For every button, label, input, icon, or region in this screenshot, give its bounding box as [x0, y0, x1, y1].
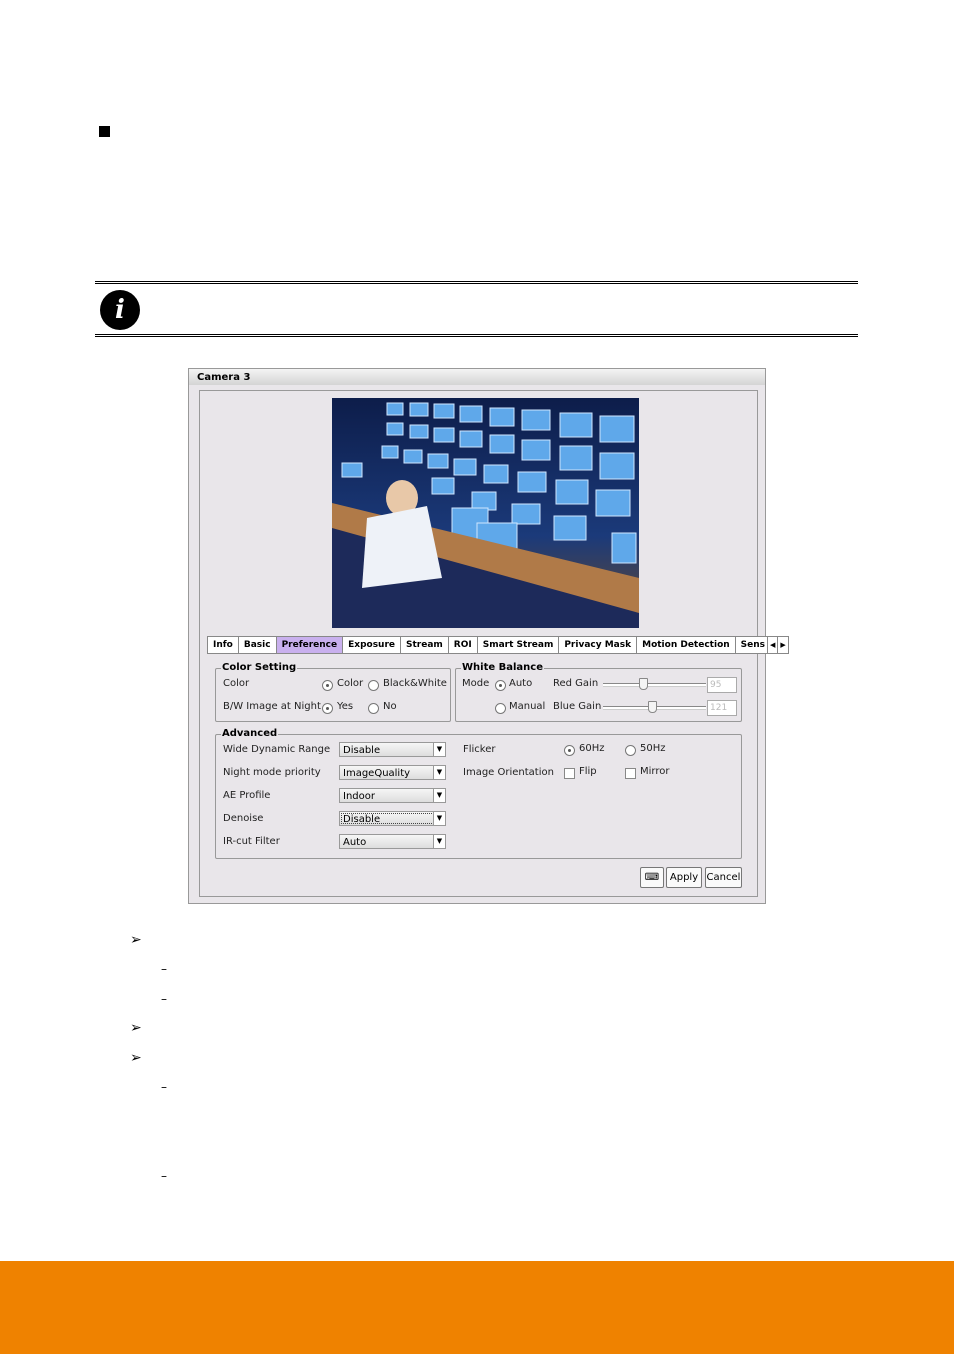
mirror-checkbox[interactable] [625, 768, 636, 779]
dash-bullet-icon: – [161, 962, 167, 976]
tab-stream[interactable]: Stream [401, 637, 449, 653]
dash-bullet-icon: – [161, 1169, 167, 1183]
color-label: Color [223, 678, 250, 689]
ir-cut-select[interactable]: Auto ▼ [339, 834, 446, 849]
tab-bar: Info Basic Preference Exposure Stream RO… [207, 636, 789, 654]
tab-motion-detection[interactable]: Motion Detection [637, 637, 736, 653]
mode-auto-radio[interactable] [495, 680, 506, 691]
ir-cut-label: IR-cut Filter [223, 836, 280, 847]
night-mode-select[interactable]: ImageQuality ▼ [339, 765, 446, 780]
tab-sensor[interactable]: Sens [736, 637, 767, 653]
tab-info[interactable]: Info [208, 637, 239, 653]
camera-settings-dialog: Camera 3 Info Basic Preference Exposure … [188, 368, 789, 904]
chevron-down-icon: ▼ [433, 812, 445, 825]
tab-exposure[interactable]: Exposure [343, 637, 402, 653]
arrow-bullet-icon: ➢ [130, 1050, 142, 1066]
flicker-50hz-radio[interactable] [625, 745, 636, 756]
dialog-title: Camera 3 [189, 369, 765, 385]
note-bottom-rule [95, 334, 858, 337]
wdr-label: Wide Dynamic Range [223, 744, 331, 755]
dash-bullet-icon: – [161, 992, 167, 1006]
blue-gain-value[interactable]: 121 [707, 700, 737, 716]
mode-manual-radio[interactable] [495, 703, 506, 714]
flicker-label: Flicker [463, 744, 496, 755]
red-gain-slider-thumb[interactable] [639, 678, 648, 690]
chevron-down-icon: ▼ [433, 743, 445, 756]
ae-profile-value: Indoor [343, 791, 375, 802]
tab-privacy-mask[interactable]: Privacy Mask [559, 637, 638, 653]
orientation-label: Image Orientation [463, 767, 554, 778]
arrow-bullet-icon: ➢ [130, 1020, 142, 1036]
flicker-50hz-label: 50Hz [640, 743, 666, 754]
flicker-60hz-label: 60Hz [579, 743, 605, 754]
denoise-value: Disable [343, 814, 381, 825]
color-setting-label: Color Setting [221, 662, 298, 673]
denoise-select[interactable]: Disable ▼ [339, 811, 446, 826]
chevron-down-icon: ▼ [433, 789, 445, 802]
red-gain-label: Red Gain [553, 678, 599, 689]
wdr-select[interactable]: Disable ▼ [339, 742, 446, 757]
black-white-option-label: Black&White [383, 678, 447, 689]
tab-scroll-left-icon[interactable]: ◀ [767, 637, 779, 653]
chevron-down-icon: ▼ [433, 835, 445, 848]
blue-gain-slider-thumb[interactable] [648, 701, 657, 713]
ae-profile-select[interactable]: Indoor ▼ [339, 788, 446, 803]
color-radio[interactable] [322, 680, 333, 691]
flip-label: Flip [579, 766, 597, 777]
tab-basic[interactable]: Basic [239, 637, 277, 653]
color-option-label: Color [337, 678, 364, 689]
bw-yes-label: Yes [337, 701, 354, 712]
ir-cut-value: Auto [343, 837, 367, 848]
settings-panel: Info Basic Preference Exposure Stream RO… [199, 390, 789, 897]
note-top-rule [95, 281, 858, 284]
night-mode-value: ImageQuality [343, 768, 411, 779]
bw-no-label: No [383, 701, 397, 712]
info-icon: i [100, 290, 140, 330]
bw-no-radio[interactable] [368, 703, 379, 714]
advanced-label: Advanced [221, 728, 279, 739]
color-setting-group: Color Setting Color Color Black&White B/… [215, 662, 451, 722]
white-balance-label: White Balance [461, 662, 544, 673]
mode-label: Mode [462, 678, 490, 689]
white-balance-group: White Balance Mode Auto Manual Red Gain … [455, 662, 742, 722]
night-mode-label: Night mode priority [223, 767, 321, 778]
tab-smart-stream[interactable]: Smart Stream [478, 637, 560, 653]
tab-preference[interactable]: Preference [276, 637, 344, 653]
wdr-value: Disable [343, 745, 381, 756]
mode-manual-label: Manual [509, 701, 546, 712]
tab-scroll-right-icon[interactable]: ▶ [778, 637, 787, 653]
keyboard-button[interactable]: ⌨ [640, 867, 664, 888]
flip-checkbox[interactable] [564, 768, 575, 779]
page-footer-bar [0, 1261, 954, 1354]
camera-preview-image [332, 398, 639, 628]
section-bullet-icon [99, 126, 110, 137]
dash-bullet-icon: – [161, 1080, 167, 1094]
red-gain-slider[interactable] [603, 683, 706, 687]
tab-roi[interactable]: ROI [449, 637, 478, 653]
red-gain-value[interactable]: 95 [707, 677, 737, 693]
advanced-group: Advanced Wide Dynamic Range Disable ▼ Nig… [215, 728, 742, 859]
denoise-label: Denoise [223, 813, 264, 824]
mirror-label: Mirror [640, 766, 670, 777]
ae-profile-label: AE Profile [223, 790, 271, 801]
chevron-down-icon: ▼ [433, 766, 445, 779]
bw-night-label: B/W Image at Night [223, 701, 321, 712]
mode-auto-label: Auto [509, 678, 533, 689]
arrow-bullet-icon: ➢ [130, 932, 142, 948]
keyboard-icon: ⌨ [644, 872, 660, 883]
bw-yes-radio[interactable] [322, 703, 333, 714]
cancel-button[interactable]: Cancel [705, 867, 742, 888]
blue-gain-label: Blue Gain [553, 701, 602, 712]
black-white-radio[interactable] [368, 680, 379, 691]
flicker-60hz-radio[interactable] [564, 745, 575, 756]
apply-button[interactable]: Apply [666, 867, 702, 888]
